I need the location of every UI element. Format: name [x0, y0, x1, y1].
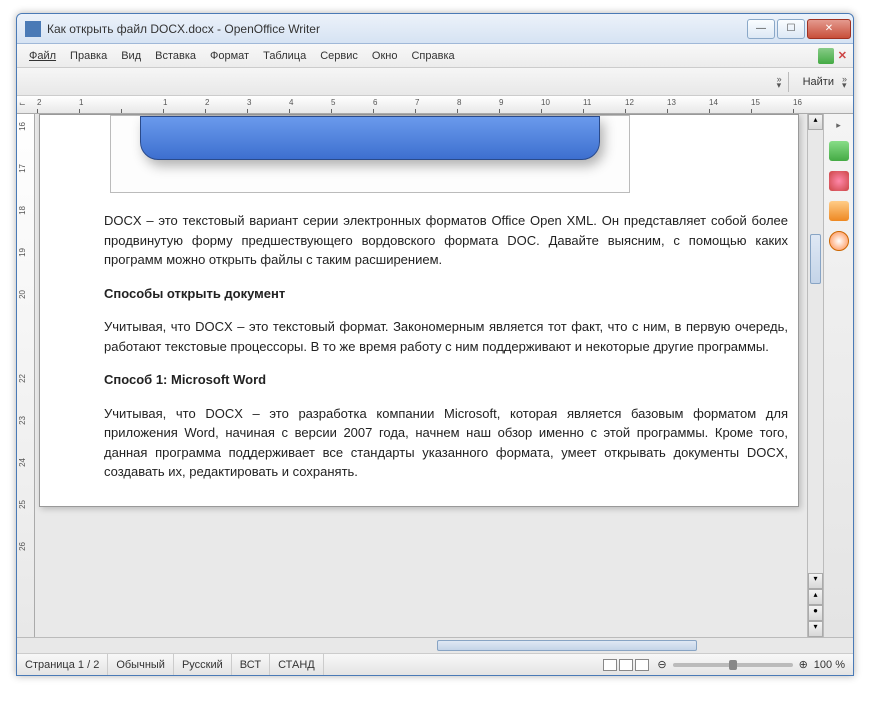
maximize-button[interactable]: ☐: [777, 19, 805, 39]
ruler-mark: 14: [709, 98, 718, 107]
paragraph-2: Учитывая, что DOCX – это текстовый форма…: [104, 317, 788, 356]
titlebar[interactable]: Как открыть файл DOCX.docx - OpenOffice …: [17, 14, 853, 44]
heading-method1: Способ 1: Microsoft Word: [104, 370, 788, 390]
sidebar-collapse-icon[interactable]: ▸: [836, 120, 841, 131]
menu-file[interactable]: Файл: [23, 48, 62, 64]
zoom-level[interactable]: 100 %: [814, 659, 845, 671]
zoom-slider[interactable]: [673, 663, 793, 667]
ruler-mark: 1: [79, 98, 83, 107]
compass-icon[interactable]: [829, 231, 849, 251]
zoom-knob[interactable]: [729, 660, 737, 670]
styles-icon[interactable]: [829, 171, 849, 191]
window-controls: — ☐ ✕: [747, 19, 851, 39]
view-mode-icons: [603, 659, 649, 671]
ruler-mark: 2: [205, 98, 209, 107]
ruler-mark: 11: [583, 98, 591, 107]
ruler-mark: 22: [18, 374, 27, 383]
menu-edit[interactable]: Правка: [64, 48, 113, 64]
gallery-icon[interactable]: [829, 141, 849, 161]
status-insert-mode[interactable]: ВСТ: [232, 654, 270, 675]
scroll-up-button[interactable]: ▴: [808, 114, 823, 130]
scrollbar-vertical[interactable]: ▴ ▾ ▴ ● ▾: [807, 114, 823, 637]
ruler-mark: 12: [625, 98, 634, 107]
status-spacer: [324, 654, 596, 675]
ruler-mark: 1: [163, 98, 167, 107]
workspace: ⌙ 2112345678910111213141516 161718192022…: [17, 96, 853, 653]
ruler-mark: 18: [18, 206, 27, 215]
menu-view[interactable]: Вид: [115, 48, 147, 64]
menubar: Файл Правка Вид Вставка Формат Таблица С…: [17, 44, 853, 68]
ruler-mark: 16: [793, 98, 802, 107]
next-page-button[interactable]: ▾: [808, 621, 823, 637]
status-language[interactable]: Русский: [174, 654, 232, 675]
scroll-thumb-v[interactable]: [810, 234, 821, 284]
status-style[interactable]: Обычный: [108, 654, 174, 675]
ruler-mark: 4: [289, 98, 293, 107]
window-title: Как открыть файл DOCX.docx - OpenOffice …: [47, 22, 747, 36]
prev-page-button[interactable]: ▴: [808, 589, 823, 605]
ruler-mark: 13: [667, 98, 676, 107]
ruler-mark: 2: [37, 98, 41, 107]
heading-ways: Способы открыть документ: [104, 284, 788, 304]
app-icon: [25, 21, 41, 37]
close-button[interactable]: ✕: [807, 19, 851, 39]
toolbar-overflow-2[interactable]: »▾: [842, 76, 847, 88]
zoom-out-button[interactable]: ⊖: [657, 658, 666, 671]
menu-format[interactable]: Формат: [204, 48, 255, 64]
find-label[interactable]: Найти: [803, 76, 834, 88]
menu-window[interactable]: Окно: [366, 48, 404, 64]
paragraph-3: Учитывая, что DOCX – это разработка комп…: [104, 404, 788, 482]
navigator-icon[interactable]: [829, 201, 849, 221]
menu-table[interactable]: Таблица: [257, 48, 312, 64]
ruler-mark: 10: [541, 98, 550, 107]
toolbar-overflow-1[interactable]: »▾: [777, 76, 782, 88]
ruler-mark: 26: [18, 542, 27, 551]
document-area[interactable]: DOCX – это текстовый вариант серии элект…: [35, 114, 807, 637]
app-window: Как открыть файл DOCX.docx - OpenOffice …: [16, 13, 854, 676]
status-selection-mode[interactable]: СТАНД: [270, 654, 324, 675]
nav-button[interactable]: ●: [808, 605, 823, 621]
zoom-in-button[interactable]: ⊕: [799, 658, 808, 671]
ruler-mark: 3: [247, 98, 251, 107]
zoom-controls: ⊖ ⊕ 100 %: [649, 658, 853, 671]
ruler-mark: 7: [415, 98, 419, 107]
paragraph-intro: DOCX – это текстовый вариант серии элект…: [104, 211, 788, 270]
status-page[interactable]: Страница 1 / 2: [17, 654, 108, 675]
ruler-mark: 17: [18, 164, 27, 173]
blue-shape: [140, 116, 600, 160]
scrollbar-horizontal[interactable]: [417, 638, 853, 653]
toolbar: »▾ Найти »▾: [17, 68, 853, 96]
ruler-mark: 16: [18, 122, 27, 131]
scrollbar-horizontal-row: [17, 637, 853, 653]
ruler-mark: 9: [499, 98, 503, 107]
ruler-vertical[interactable]: 16 17 18 19 20 22 23 24 25 26: [17, 114, 35, 637]
ruler-horizontal[interactable]: ⌙ 2112345678910111213141516: [17, 96, 853, 114]
view-multi-icon[interactable]: [619, 659, 633, 671]
ruler-mark: 6: [373, 98, 377, 107]
page: DOCX – это текстовый вариант серии элект…: [39, 114, 799, 507]
menu-service[interactable]: Сервис: [314, 48, 364, 64]
ruler-mark: 25: [18, 500, 27, 509]
sidebar: ▸: [823, 114, 853, 637]
ruler-mark: 8: [457, 98, 461, 107]
image-frame[interactable]: [110, 115, 630, 193]
view-single-icon[interactable]: [603, 659, 617, 671]
view-book-icon[interactable]: [635, 659, 649, 671]
ruler-mark: 24: [18, 458, 27, 467]
ruler-mark: 5: [331, 98, 335, 107]
menubar-close-icon[interactable]: ✕: [838, 49, 847, 62]
ruler-mark: 15: [751, 98, 760, 107]
download-icon[interactable]: [818, 48, 834, 64]
ruler-mark: 19: [18, 248, 27, 257]
minimize-button[interactable]: —: [747, 19, 775, 39]
ruler-mark: 23: [18, 416, 27, 425]
ruler-mark: 20: [18, 290, 27, 299]
scroll-thumb-h[interactable]: [437, 640, 697, 651]
statusbar: Страница 1 / 2 Обычный Русский ВСТ СТАНД…: [17, 653, 853, 675]
menu-help[interactable]: Справка: [405, 48, 460, 64]
menu-insert[interactable]: Вставка: [149, 48, 202, 64]
scroll-down-button[interactable]: ▾: [808, 573, 823, 589]
